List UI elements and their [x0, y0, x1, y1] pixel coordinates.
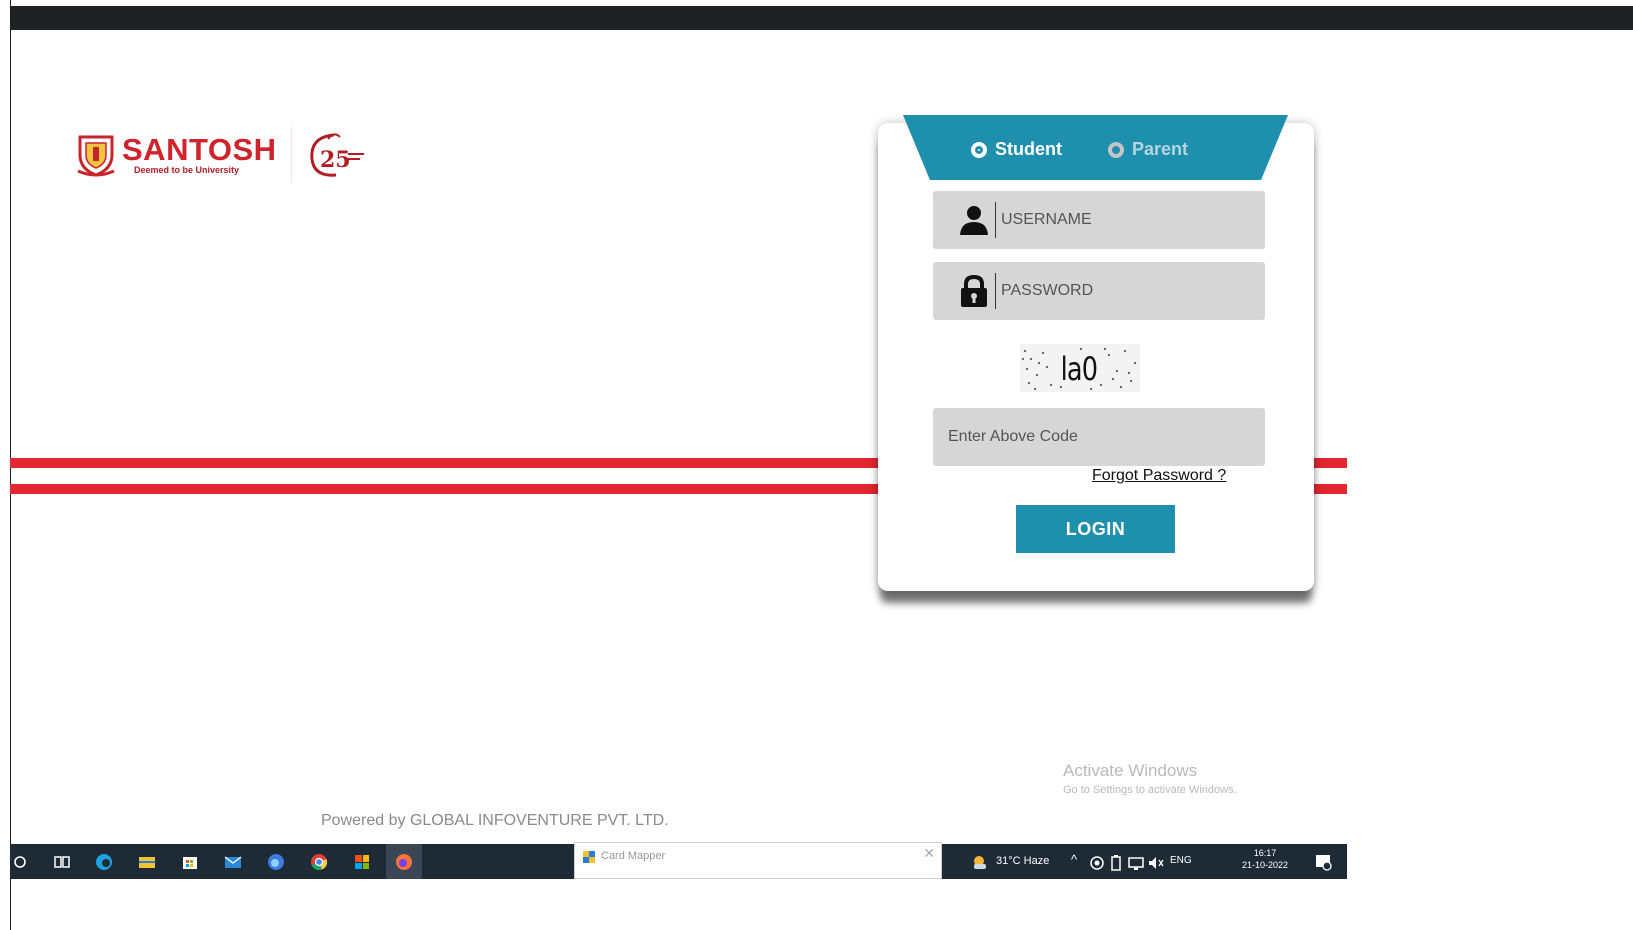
watermark-subtitle: Go to Settings to activate Windows.: [1063, 784, 1237, 796]
firefox-nightly-icon[interactable]: [266, 852, 286, 872]
powered-by-text: Powered by GLOBAL INFOVENTURE PVT. LTD.: [321, 812, 669, 829]
weather-icon: [974, 856, 986, 869]
login-button[interactable]: LOGIN: [1016, 505, 1175, 553]
logo-subtitle: Deemed to be University: [134, 165, 240, 175]
app-tiles-icon[interactable]: [352, 852, 372, 872]
activate-windows-watermark: Activate Windows Go to Settings to activ…: [1063, 761, 1237, 796]
logo-name: SANTOSH: [122, 132, 277, 167]
mail-icon[interactable]: [223, 852, 243, 872]
app-window-icon: [583, 851, 595, 863]
username-field[interactable]: [933, 191, 1265, 249]
student-radio-label: Student: [995, 139, 1062, 159]
captcha-text: la0: [1060, 350, 1098, 388]
network-icon[interactable]: [1087, 853, 1107, 873]
captcha-code-field[interactable]: [933, 408, 1265, 466]
user-icon: [960, 206, 988, 235]
field-divider: [995, 273, 996, 309]
active-app-slot[interactable]: [386, 844, 422, 879]
battery-icon[interactable]: [1106, 853, 1126, 873]
password-field[interactable]: [933, 262, 1265, 320]
anniversary-emblem-icon: 25: [309, 133, 364, 177]
firefox-icon: [396, 854, 412, 870]
password-input[interactable]: [999, 281, 1243, 301]
search-circle-icon[interactable]: [12, 853, 32, 873]
svg-text:25: 25: [320, 147, 351, 173]
chevron-up-icon[interactable]: ^: [1071, 852, 1077, 867]
lock-icon: [961, 274, 987, 307]
student-radio[interactable]: Student: [971, 139, 1062, 160]
radio-selected-icon: [971, 141, 987, 158]
chrome-icon[interactable]: [309, 852, 329, 872]
window-preview-title: Card Mapper: [601, 850, 666, 862]
display-icon[interactable]: [1126, 853, 1146, 873]
captcha-image: la0: [1020, 344, 1140, 392]
radio-unselected-icon: [1108, 141, 1124, 158]
language-indicator[interactable]: ENG: [1170, 855, 1192, 866]
browser-top-bar: [10, 6, 1633, 30]
parent-radio[interactable]: Parent: [1108, 139, 1188, 160]
clock-date: 21-10-2022: [1242, 860, 1289, 870]
role-selector: Student Parent: [903, 115, 1288, 180]
taskbar-clock[interactable]: 16:17 21-10-2022: [1242, 847, 1288, 871]
university-logo: SANTOSH Deemed to be University 25: [76, 127, 368, 183]
volume-icon[interactable]: [1146, 853, 1166, 873]
parent-radio-label: Parent: [1132, 139, 1189, 159]
edge-icon[interactable]: [94, 852, 114, 872]
close-icon[interactable]: ✕: [923, 845, 935, 862]
crest-icon: [77, 135, 115, 177]
weather-text[interactable]: 31°C Haze: [996, 855, 1049, 867]
captcha-code-input[interactable]: [946, 427, 1250, 447]
task-view-icon[interactable]: [52, 852, 72, 872]
card-mapper-window-preview[interactable]: Card Mapper ✕: [574, 842, 942, 879]
file-explorer-icon[interactable]: [137, 852, 157, 872]
username-input[interactable]: [999, 210, 1243, 230]
watermark-title: Activate Windows: [1063, 761, 1198, 780]
logo-divider: [290, 127, 292, 183]
field-divider: [995, 202, 996, 238]
forgot-password-link[interactable]: Forgot Password ?: [1092, 467, 1226, 485]
clock-time: 16:17: [1253, 848, 1277, 858]
notification-icon[interactable]: [1313, 852, 1333, 872]
store-icon[interactable]: [180, 852, 200, 872]
